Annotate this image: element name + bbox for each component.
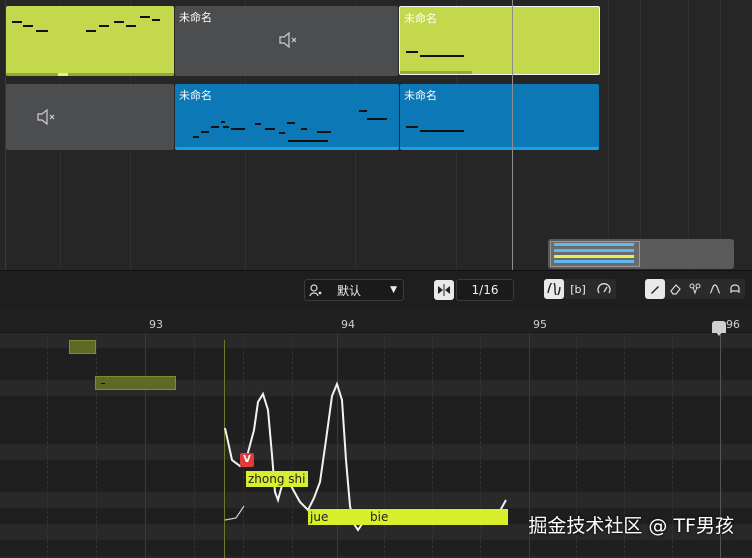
preset-dropdown[interactable]: 默认 ▼ [304, 279, 404, 301]
curve-tool-button[interactable] [705, 279, 725, 299]
curve-icon [709, 284, 721, 294]
lyric-text: bie [370, 510, 389, 524]
clip-track2-a[interactable] [6, 84, 174, 150]
pencil-icon [651, 286, 659, 294]
sine-wave-icon [547, 283, 561, 295]
clip-track2-b[interactable]: 未命名 [175, 84, 399, 150]
split-tool-button[interactable] [685, 279, 705, 299]
clip-title: 未命名 [179, 89, 212, 102]
voice-icon [309, 284, 322, 297]
vibrato-icon [730, 284, 740, 293]
watermark: 掘金技术社区 @ TF男孩 [528, 515, 734, 537]
view-mode-group: [b] [544, 279, 616, 299]
mute-icon [37, 108, 55, 126]
pencil-tool-button[interactable] [645, 279, 665, 299]
preset-label: 默认 [337, 283, 362, 298]
lyric-note[interactable]: zhong shi [246, 471, 308, 487]
bracket-button[interactable]: [b] [568, 279, 588, 299]
piano-roll[interactable]: 93 94 95 96 V zhong shi jue bie 掘金技术社区 @… [0, 310, 752, 558]
eraser-icon [670, 284, 681, 295]
lyric-text: zhong shi [248, 472, 306, 486]
playhead[interactable] [512, 0, 513, 270]
lyric-text: jue [310, 510, 329, 524]
bracket-label: [b] [570, 282, 586, 296]
pitch-curve-button[interactable] [544, 279, 564, 299]
lyric-note[interactable]: jue [308, 509, 368, 525]
clip-track1-b[interactable]: 未命名 [175, 6, 398, 76]
clip-track1-c-selected[interactable]: 未命名 [399, 6, 600, 75]
quantize-label: 1/16 [471, 283, 499, 297]
tool-group [645, 279, 745, 299]
scissors-icon [689, 283, 701, 295]
snap-toggle-button[interactable] [434, 280, 454, 300]
clip-track2-c[interactable]: 未命名 [400, 84, 599, 150]
editor-toolbar: 默认 ▼ 1/16 [b] [0, 270, 752, 311]
overview-navigator[interactable] [548, 239, 734, 269]
eraser-tool-button[interactable] [665, 279, 685, 299]
snap-icon [438, 284, 450, 296]
vibrato-tool-button[interactable] [725, 279, 745, 299]
gauge-icon [597, 283, 611, 294]
clip-title: 未命名 [404, 12, 437, 25]
arrangement-view: 未命名 未命名 未命名 未命名 [0, 0, 752, 270]
lyric-note[interactable]: bie [368, 509, 508, 525]
pitch-marker-label: V [243, 454, 251, 465]
chevron-down-icon: ▼ [390, 285, 397, 295]
clip-track1-a[interactable] [6, 6, 174, 76]
clip-title: 未命名 [179, 11, 212, 24]
quantize-field[interactable]: 1/16 [456, 279, 514, 301]
clip-title: 未命名 [404, 89, 437, 102]
mute-icon [279, 31, 297, 49]
pitch-point-marker[interactable]: V [240, 453, 254, 467]
gauge-button[interactable] [594, 279, 614, 299]
